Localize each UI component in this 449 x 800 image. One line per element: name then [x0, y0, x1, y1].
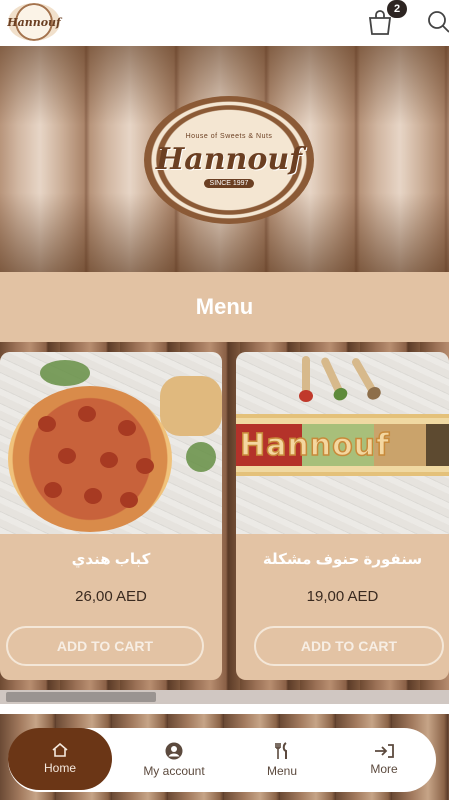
- header-logo-text: Hannouf: [7, 15, 61, 29]
- header-logo[interactable]: Hannouf: [7, 3, 61, 41]
- add-to-cart-button[interactable]: ADD TO CART: [6, 626, 204, 666]
- pizza-shape: [8, 386, 172, 532]
- cart-count-badge: 2: [387, 0, 407, 18]
- spoon-shape: [319, 356, 350, 403]
- flatbread-text: Hannouf: [239, 427, 391, 464]
- spoon-shape: [350, 356, 384, 403]
- bottom-nav: Home My account Menu More: [8, 728, 436, 792]
- nav-item-home[interactable]: Home: [8, 728, 112, 790]
- hero-logo-arc: House of Sweets & Nuts: [185, 132, 273, 140]
- hero-logo: House of Sweets & Nuts Hannouf SINCE 199…: [144, 96, 314, 224]
- nav-item-label: Menu: [266, 764, 298, 778]
- home-icon: [52, 743, 68, 757]
- fork-knife-icon: [275, 742, 287, 759]
- nav-item-more[interactable]: More: [338, 728, 430, 792]
- product-card[interactable]: Hannouf سنفورة حنوف مشكلة 19,00 AED ADD …: [236, 352, 449, 680]
- section-title-bar: Menu: [0, 272, 449, 342]
- product-name[interactable]: كباب هندي: [0, 550, 222, 568]
- sign-in-icon: [375, 744, 394, 758]
- section-title: Menu: [195, 294, 254, 319]
- herb-shape: [40, 360, 90, 386]
- nav-item-menu[interactable]: Menu: [234, 728, 330, 792]
- product-card[interactable]: كباب هندي 26,00 AED ADD TO CART: [0, 352, 222, 680]
- hero-logo-script: Hannouf: [155, 141, 303, 177]
- scrollbar-thumb[interactable]: [6, 692, 156, 702]
- nav-item-label: Home: [43, 761, 76, 775]
- topping-segment: [426, 424, 449, 466]
- nav-item-my-account[interactable]: My account: [124, 728, 224, 792]
- spoon-shape: [299, 356, 313, 402]
- horizontal-scrollbar[interactable]: [0, 690, 449, 704]
- pizza-paddle-shape: [160, 376, 222, 436]
- nav-item-label: More: [370, 762, 398, 776]
- top-bar: Hannouf 2: [0, 0, 449, 46]
- hero-logo-since: SINCE 1997: [203, 178, 255, 188]
- product-price: 26,00 AED: [75, 588, 147, 605]
- product-price: 19,00 AED: [306, 588, 379, 605]
- flatbread-board: Hannouf: [236, 414, 449, 476]
- product-image[interactable]: Hannouf: [236, 352, 449, 534]
- product-name[interactable]: سنفورة حنوف مشكلة: [236, 550, 449, 568]
- product-image[interactable]: [0, 352, 222, 534]
- add-to-cart-button[interactable]: ADD TO CART: [254, 626, 444, 666]
- search-icon[interactable]: [424, 8, 449, 34]
- hero-banner: House of Sweets & Nuts Hannouf SINCE 199…: [0, 46, 449, 272]
- nav-item-label: My account: [143, 764, 205, 778]
- user-icon: [165, 742, 183, 760]
- herb-shape: [186, 442, 216, 472]
